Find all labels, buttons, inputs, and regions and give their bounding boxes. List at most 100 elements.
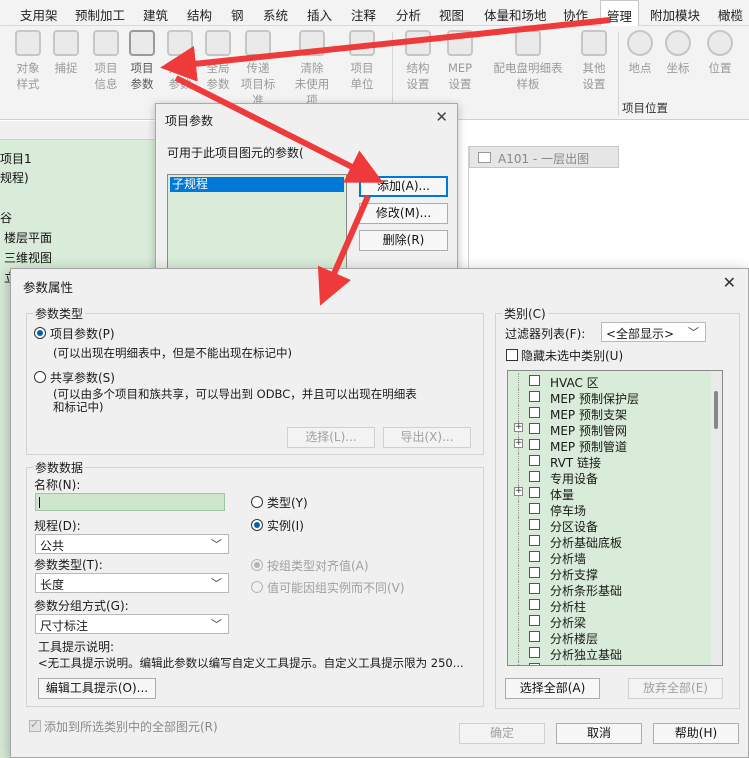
list-item[interactable]: 专用设备 xyxy=(508,469,718,486)
menu-tab[interactable]: 支用架 xyxy=(20,5,58,24)
menu-tab[interactable]: 分析 xyxy=(396,5,421,24)
list-item[interactable]: 分析楼层 xyxy=(508,629,718,646)
category-checkbox[interactable] xyxy=(529,647,540,658)
tree-item[interactable]: 三维视图 xyxy=(4,249,52,266)
category-checkbox[interactable] xyxy=(529,551,540,562)
list-item[interactable]: HVAC 区 xyxy=(508,373,718,390)
export-button[interactable]: 导出(X)... xyxy=(383,427,471,448)
category-checkbox[interactable] xyxy=(529,615,540,626)
category-checkbox[interactable] xyxy=(529,423,540,434)
expand-icon[interactable]: + xyxy=(514,487,523,496)
ribbon-button[interactable]: 捕捉 xyxy=(46,30,86,76)
scrollbar-thumb[interactable] xyxy=(714,391,718,429)
list-item[interactable]: 分区设备 xyxy=(508,517,718,534)
select-button[interactable]: 选择(L)... xyxy=(287,427,375,448)
list-item[interactable]: 分析柱 xyxy=(508,597,718,614)
category-checkbox[interactable] xyxy=(529,535,540,546)
align-group-radio[interactable] xyxy=(251,559,263,571)
category-checkbox[interactable] xyxy=(529,455,540,466)
category-list[interactable]: HVAC 区 MEP 预制保护层 MEP 预制支架 + MEP 预制管网 + MEP 预制管… xyxy=(507,370,723,666)
category-checkbox[interactable] xyxy=(529,631,540,642)
hide-unchecked-checkbox[interactable] xyxy=(506,349,518,361)
category-checkbox[interactable] xyxy=(529,567,540,578)
category-checkbox[interactable] xyxy=(529,487,540,498)
category-checkbox[interactable] xyxy=(529,391,540,402)
category-checkbox[interactable] xyxy=(529,519,540,530)
list-item[interactable]: 子规程 xyxy=(170,177,344,192)
list-item[interactable]: 分析墙 xyxy=(508,549,718,566)
list-item[interactable]: 分析独立基础 xyxy=(508,645,718,662)
discipline-select[interactable]: 公共 ﹀ xyxy=(35,534,229,554)
instance-radio[interactable] xyxy=(251,519,263,531)
list-item[interactable]: MEP 预制保护层 xyxy=(508,389,718,406)
list-item[interactable]: RVT 链接 xyxy=(508,453,718,470)
group-parameter-select[interactable]: 尺寸标注 ﹀ xyxy=(35,614,229,634)
menu-tab[interactable]: 结构 xyxy=(187,5,212,24)
ribbon-button[interactable]: 项目 单位 xyxy=(342,30,382,92)
category-checkbox[interactable] xyxy=(529,471,540,482)
category-checkbox[interactable] xyxy=(529,503,540,514)
category-checkbox[interactable] xyxy=(529,663,540,665)
list-item[interactable]: MEP 预制支架 xyxy=(508,405,718,422)
delete-button[interactable]: 删除(R) xyxy=(359,230,448,251)
ribbon-button[interactable]: 全局 参数 xyxy=(198,30,238,92)
menu-tab[interactable]: 建筑 xyxy=(143,5,168,24)
type-radio[interactable] xyxy=(251,496,263,508)
list-item[interactable]: + 体量 xyxy=(508,485,718,502)
view-tab[interactable]: A101 - 一层出图 xyxy=(469,146,619,168)
vary-group-radio[interactable] xyxy=(251,581,263,593)
help-button[interactable]: 帮助(H) xyxy=(653,723,739,744)
expand-icon[interactable]: + xyxy=(514,439,523,448)
menu-tab[interactable]: 协作 xyxy=(563,5,588,24)
tree-item[interactable]: 规程) xyxy=(0,169,29,186)
project-parameter-radio[interactable] xyxy=(34,327,46,339)
list-item[interactable]: 分析梁 xyxy=(508,613,718,630)
menu-tab[interactable]: 视图 xyxy=(439,5,464,24)
cancel-button[interactable]: 取消 xyxy=(556,723,642,744)
list-item[interactable]: + MEP 预制管道 xyxy=(508,437,718,454)
ribbon-button[interactable]: 坐标 xyxy=(658,30,698,76)
ribbon-button[interactable]: 清除 未使用项 xyxy=(292,30,332,108)
tree-item[interactable]: 楼层平面 xyxy=(4,229,52,246)
filter-select[interactable]: <全部显示> ﹀ xyxy=(601,322,706,342)
add-to-all-checkbox[interactable] xyxy=(29,718,41,732)
menu-tab[interactable]: 注释 xyxy=(351,5,376,24)
expand-icon[interactable]: + xyxy=(514,423,523,432)
menu-tab[interactable]: 插入 xyxy=(307,5,332,24)
close-icon[interactable]: ✕ xyxy=(723,273,736,292)
menu-tab[interactable]: 附加模块 xyxy=(650,5,700,24)
menu-tab[interactable]: 系统 xyxy=(263,5,288,24)
list-item[interactable]: 分析支撑 xyxy=(508,565,718,582)
deselect-all-button[interactable]: 放弃全部(E) xyxy=(628,678,723,699)
ok-button[interactable]: 确定 xyxy=(459,723,545,744)
name-input[interactable] xyxy=(35,493,225,511)
category-scrollbar[interactable] xyxy=(711,371,722,665)
ribbon-button[interactable]: 项目 参数 xyxy=(122,30,162,92)
category-checkbox[interactable] xyxy=(529,439,540,450)
ribbon-button[interactable]: 对象 样式 xyxy=(8,30,48,92)
ribbon-button[interactable]: 配电盘明细表 样板 xyxy=(492,30,564,92)
category-checkbox[interactable] xyxy=(529,375,540,386)
close-icon[interactable]: ✕ xyxy=(435,108,448,126)
ribbon-button[interactable]: 共享 参数 xyxy=(160,30,200,92)
ribbon-button[interactable]: 结构 设置 xyxy=(398,30,438,92)
category-checkbox[interactable] xyxy=(529,583,540,594)
menu-tab[interactable]: 体量和场地 xyxy=(484,5,547,24)
ribbon-button[interactable]: MEP 设置 xyxy=(440,30,480,92)
category-checkbox[interactable] xyxy=(529,599,540,610)
select-all-button[interactable]: 选择全部(A) xyxy=(505,678,600,699)
ribbon-button[interactable]: 项目 信息 xyxy=(86,30,126,92)
menu-tab[interactable]: 预制加工 xyxy=(75,5,125,24)
modify-button[interactable]: 修改(M)... xyxy=(359,203,448,224)
parameter-type-select[interactable]: 长度 ﹀ xyxy=(35,573,229,593)
menu-tab-manage[interactable]: 管理 xyxy=(600,0,640,26)
ribbon-button[interactable]: 传递 项目标准 xyxy=(238,30,278,108)
add-button[interactable]: 添加(A)... xyxy=(359,176,448,197)
shared-parameter-radio[interactable] xyxy=(34,371,46,383)
category-checkbox[interactable] xyxy=(529,407,540,418)
menu-tab[interactable]: 钢 xyxy=(231,5,244,24)
list-item[interactable]: 停车场 xyxy=(508,501,718,518)
ribbon-button[interactable]: 地点 xyxy=(620,30,660,76)
list-item[interactable]: 分析空间 xyxy=(508,661,718,665)
ribbon-button[interactable]: 其他 设置 xyxy=(574,30,614,92)
